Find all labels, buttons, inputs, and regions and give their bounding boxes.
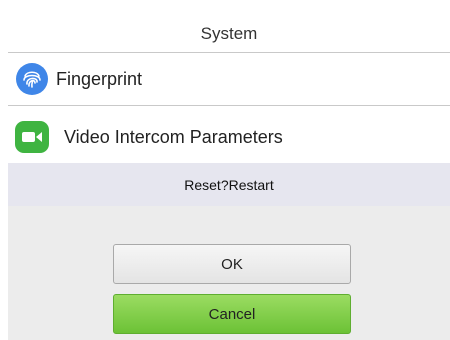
system-screen: System Fingerprint Video Intercom Parame…	[0, 0, 450, 340]
menu-item-label: Fingerprint	[56, 68, 143, 89]
fingerprint-icon	[16, 63, 48, 95]
dialog-message: Reset?Restart	[184, 176, 274, 193]
reset-dialog: Reset?Restart OK Cancel	[8, 163, 450, 340]
menu-item-video-intercom[interactable]: Video Intercom Parameters	[8, 111, 450, 163]
video-camera-icon	[15, 121, 49, 153]
menu-item-fingerprint[interactable]: Fingerprint	[8, 53, 450, 106]
header-bar: System	[8, 12, 450, 53]
dialog-header: Reset?Restart	[8, 163, 450, 206]
ok-button[interactable]: OK	[113, 244, 351, 284]
menu-item-label: Video Intercom Parameters	[64, 126, 283, 147]
cancel-button[interactable]: Cancel	[113, 294, 351, 334]
page-title: System	[200, 24, 258, 43]
